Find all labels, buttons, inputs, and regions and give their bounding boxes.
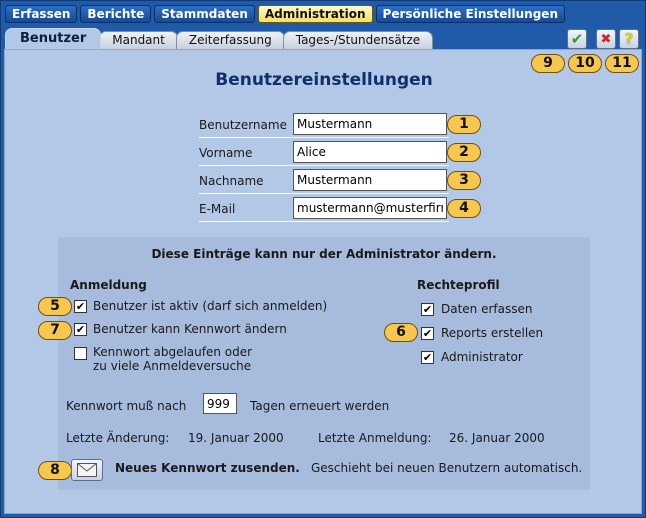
badge-3: 3 <box>447 171 481 190</box>
divider <box>199 193 449 194</box>
admin-notice: Diese Einträge kann nur der Administrato… <box>151 247 497 261</box>
new-password-text: Geschieht bei neuen Benutzern automatisc… <box>311 461 583 475</box>
close-icon: ✖ <box>600 31 612 47</box>
save-button[interactable]: ✔ <box>567 29 587 49</box>
cancel-button[interactable]: ✖ <box>596 29 616 49</box>
last-login-value: 26. Januar 2000 <box>449 431 545 445</box>
tab-bar: Benutzer Mandant Zeiterfassung Tages-/St… <box>5 28 434 49</box>
page-title: Benutzereinstellungen <box>215 70 433 90</box>
email-input[interactable] <box>293 197 447 219</box>
tab-zeiterfassung[interactable]: Zeiterfassung <box>175 31 285 49</box>
label-vorname: Vorname <box>199 146 253 160</box>
label-email: E-Mail <box>199 202 236 216</box>
badge-5: 5 <box>38 297 72 316</box>
label-nachname: Nachname <box>199 174 264 188</box>
tab-tages-stundensaetze[interactable]: Tages-/Stundensätze <box>282 31 434 49</box>
checkbox-daten-erfassen[interactable]: ✔ <box>421 303 434 316</box>
badge-8: 8 <box>38 461 72 480</box>
menu-berichte[interactable]: Berichte <box>80 5 152 23</box>
help-button[interactable]: ? <box>619 29 639 49</box>
menu-erfassen[interactable]: Erfassen <box>5 5 78 23</box>
checkmark-icon: ✔ <box>570 29 584 48</box>
main-menu: Erfassen Berichte Stammdaten Administrat… <box>5 5 565 23</box>
label-daten-erfassen: Daten erfassen <box>441 302 533 316</box>
help-icon: ? <box>624 29 634 48</box>
last-login-label: Letzte Anmeldung: <box>318 431 432 445</box>
divider <box>199 137 449 138</box>
last-change-label: Letzte Änderung: <box>66 431 170 445</box>
label-administrator: Administrator <box>441 350 523 364</box>
firstname-input[interactable] <box>293 141 447 163</box>
checkbox-kennwort-abgelaufen[interactable] <box>74 347 87 360</box>
menu-persoenliche-einstellungen[interactable]: Persönliche Einstellungen <box>375 5 565 23</box>
envelope-icon <box>77 463 97 477</box>
send-password-button[interactable] <box>71 459 103 481</box>
badge-1: 1 <box>447 115 481 134</box>
app-window: Erfassen Berichte Stammdaten Administrat… <box>0 0 646 518</box>
label-benutzer-aktiv: Benutzer ist aktiv (darf sich anmelden) <box>93 299 328 313</box>
username-input[interactable] <box>293 113 447 135</box>
tab-mandant[interactable]: Mandant <box>99 31 178 49</box>
checkbox-reports-erstellen[interactable]: ✔ <box>421 327 434 340</box>
tab-benutzer[interactable]: Benutzer <box>5 28 102 49</box>
label-benutzername: Benutzername <box>199 118 287 132</box>
renewal-prefix: Kennwort muß nach <box>66 399 187 413</box>
login-heading: Anmeldung <box>70 278 147 292</box>
label-kennwort-abgelaufen: Kennwort abgelaufen oder <box>93 345 253 359</box>
checkbox-benutzer-aktiv[interactable]: ✔ <box>74 300 87 313</box>
label-kennwort-aendern: Benutzer kann Kennwort ändern <box>93 322 287 336</box>
checkbox-administrator[interactable]: ✔ <box>421 351 434 364</box>
divider <box>199 165 449 166</box>
renewal-suffix: Tagen erneuert werden <box>250 399 390 413</box>
label-reports-erstellen: Reports erstellen <box>441 326 544 340</box>
badge-7: 7 <box>38 321 72 340</box>
renewal-days-input[interactable] <box>203 393 237 414</box>
badge-6: 6 <box>384 323 418 342</box>
menu-administration[interactable]: Administration <box>257 5 373 23</box>
checkbox-kennwort-aendern[interactable]: ✔ <box>74 323 87 336</box>
label-anmeldeversuche: zu viele Anmeldeversuche <box>93 359 252 373</box>
divider <box>199 221 449 222</box>
menu-stammdaten[interactable]: Stammdaten <box>154 5 255 23</box>
new-password-bold: Neues Kennwort zusenden. <box>115 461 300 475</box>
last-change-value: 19. Januar 2000 <box>188 431 284 445</box>
badge-2: 2 <box>447 143 481 162</box>
badge-4: 4 <box>447 199 481 218</box>
rights-heading: Rechteprofil <box>417 278 500 292</box>
lastname-input[interactable] <box>293 169 447 191</box>
